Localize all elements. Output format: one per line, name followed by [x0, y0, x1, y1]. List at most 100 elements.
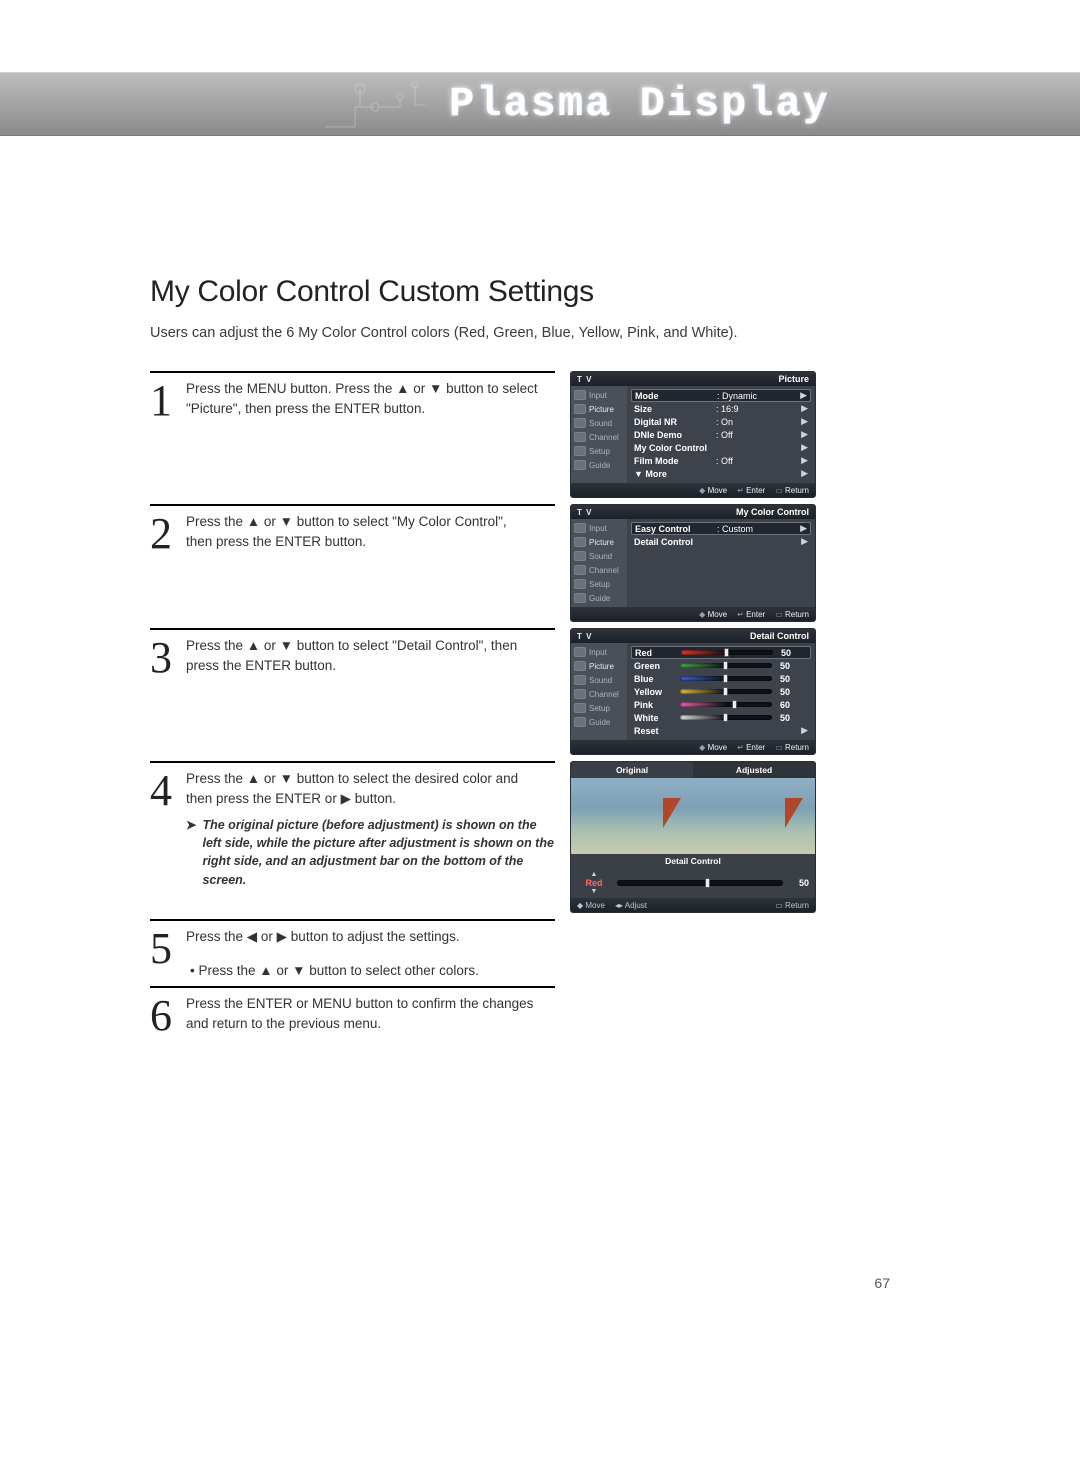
chevron-right-icon: ▶ — [798, 429, 808, 440]
step-5: 5 Press the ◀ or ▶ button to adjust the … — [150, 919, 930, 980]
osd-window: T V Picture InputPictureSoundChannelSetu… — [570, 371, 816, 498]
osd-window: T V Detail Control InputPictureSoundChan… — [570, 628, 816, 755]
osd-side-icon — [574, 537, 586, 547]
osd-row-dnie demo[interactable]: DNIe Demo : Off ▶ — [631, 428, 811, 441]
divider — [150, 919, 555, 921]
osd-footer: ◆ Move↵ Enter▭ Return — [571, 483, 815, 497]
osd-row-pink[interactable]: Pink 60 — [631, 698, 811, 711]
osd-row-blue[interactable]: Blue 50 — [631, 672, 811, 685]
preview-slider-row[interactable]: ▲Red▼ 50 — [571, 868, 815, 898]
slider[interactable] — [680, 689, 772, 694]
chevron-right-icon: ▶ — [798, 403, 808, 414]
osd-titlebar: T V Picture — [571, 372, 815, 386]
osd-row-size[interactable]: Size : 16:9 ▶ — [631, 402, 811, 415]
osd-side-icon — [574, 418, 586, 428]
osd-side-icon — [574, 460, 586, 470]
osd-row-▼ more[interactable]: ▼ More ▶ — [631, 467, 811, 480]
osd-row-mode[interactable]: Mode : Dynamic ▶ — [631, 389, 811, 402]
note-arrow-icon: ➤ — [186, 816, 196, 889]
slider[interactable] — [680, 702, 772, 707]
osd-side-sound[interactable]: Sound — [571, 416, 627, 430]
osd-row-red[interactable]: Red 50 — [631, 646, 811, 659]
osd-side-sound[interactable]: Sound — [571, 549, 627, 563]
step-number: 1 — [150, 379, 186, 423]
intro-text: Users can adjust the 6 My Color Control … — [150, 325, 930, 341]
osd-side-input[interactable]: Input — [571, 388, 627, 402]
preview-adjusted-image — [693, 778, 815, 854]
slider[interactable] — [680, 676, 772, 681]
osd-side-channel[interactable]: Channel — [571, 687, 627, 701]
slider[interactable] — [680, 715, 772, 720]
osd-row-easy control[interactable]: Easy Control : Custom ▶ — [631, 522, 811, 535]
osd-row-yellow[interactable]: Yellow 50 — [631, 685, 811, 698]
osd-row-film mode[interactable]: Film Mode : Off ▶ — [631, 454, 811, 467]
osd-row-detail control[interactable]: Detail Control ▶ — [631, 535, 811, 548]
step-4: 4 Press the ▲ or ▼ button to select the … — [150, 761, 930, 913]
osd-side-icon — [574, 390, 586, 400]
osd-titlebar: T V My Color Control — [571, 505, 815, 519]
osd-side-guide[interactable]: Guide — [571, 715, 627, 729]
osd-footer: ◆ Move↵ Enter▭ Return — [571, 607, 815, 621]
osd-side-setup[interactable]: Setup — [571, 701, 627, 715]
step-number: 3 — [150, 636, 186, 680]
osd-side-icon — [574, 593, 586, 603]
osd-row-digital nr[interactable]: Digital NR : On ▶ — [631, 415, 811, 428]
osd-side-setup[interactable]: Setup — [571, 444, 627, 458]
preview-slider[interactable] — [617, 880, 783, 886]
osd-side-icon — [574, 432, 586, 442]
osd-titlebar: T V Detail Control — [571, 629, 815, 643]
osd-row-green[interactable]: Green 50 — [631, 659, 811, 672]
chevron-right-icon: ▶ — [798, 725, 808, 736]
step-number: 4 — [150, 769, 186, 889]
osd-side-icon — [574, 703, 586, 713]
section-title: My Color Control Custom Settings — [150, 275, 930, 309]
chevron-right-icon: ▶ — [798, 536, 808, 547]
osd-side-setup[interactable]: Setup — [571, 577, 627, 591]
osd-side-input[interactable]: Input — [571, 521, 627, 535]
step-3: 3 Press the ▲ or ▼ button to select "Det… — [150, 628, 930, 755]
steps-list: 1 Press the MENU button. Press the ▲ or … — [150, 371, 930, 1038]
chevron-right-icon: ▶ — [798, 416, 808, 427]
preview-original-image — [571, 778, 693, 854]
step-text: Press the ◀ or ▶ button to adjust the se… — [186, 927, 556, 980]
decorative-circuit-icon — [320, 77, 440, 133]
divider — [150, 986, 555, 988]
osd-footer: ◆ Move ◂▸ Adjust ▭ Return — [571, 898, 815, 912]
step-number: 6 — [150, 994, 186, 1038]
preview-subtitle: Detail Control — [571, 854, 815, 868]
osd-side-icon — [574, 647, 586, 657]
osd-row-reset[interactable]: Reset ▶ — [631, 724, 811, 737]
osd-side-sound[interactable]: Sound — [571, 673, 627, 687]
step-number: 2 — [150, 512, 186, 556]
chevron-right-icon: ▶ — [798, 455, 808, 466]
osd-side-picture[interactable]: Picture — [571, 659, 627, 673]
osd-side-picture[interactable]: Picture — [571, 402, 627, 416]
chevron-right-icon: ▶ — [797, 390, 807, 401]
step-text: Press the MENU button. Press the ▲ or ▼ … — [186, 379, 556, 423]
osd-side-guide[interactable]: Guide — [571, 458, 627, 472]
banner-title: Plasma Display — [449, 80, 830, 128]
page-number: 67 — [874, 1275, 890, 1291]
osd-row-white[interactable]: White 50 — [631, 711, 811, 724]
osd-row-my color control[interactable]: My Color Control ▶ — [631, 441, 811, 454]
osd-side-icon — [574, 523, 586, 533]
step-note: ➤ The original picture (before adjustmen… — [186, 816, 556, 889]
osd-side-picture[interactable]: Picture — [571, 535, 627, 549]
step-1: 1 Press the MENU button. Press the ▲ or … — [150, 371, 930, 498]
osd-side-guide[interactable]: Guide — [571, 591, 627, 605]
tab-adjusted: Adjusted — [693, 762, 815, 778]
osd-side-icon — [574, 565, 586, 575]
osd-side-channel[interactable]: Channel — [571, 563, 627, 577]
main-content: My Color Control Custom Settings Users c… — [150, 275, 930, 1044]
slider[interactable] — [681, 650, 773, 655]
osd-side-icon — [574, 689, 586, 699]
slider[interactable] — [680, 663, 772, 668]
chevron-right-icon: ▶ — [798, 442, 808, 453]
step-number: 5 — [150, 927, 186, 980]
osd-footer: ◆ Move↵ Enter▭ Return — [571, 740, 815, 754]
osd-side-input[interactable]: Input — [571, 645, 627, 659]
osd-side-icon — [574, 404, 586, 414]
osd-window: T V My Color Control InputPictureSoundCh… — [570, 504, 816, 622]
osd-side-channel[interactable]: Channel — [571, 430, 627, 444]
step-text: Press the ENTER or MENU button to confir… — [186, 994, 556, 1038]
